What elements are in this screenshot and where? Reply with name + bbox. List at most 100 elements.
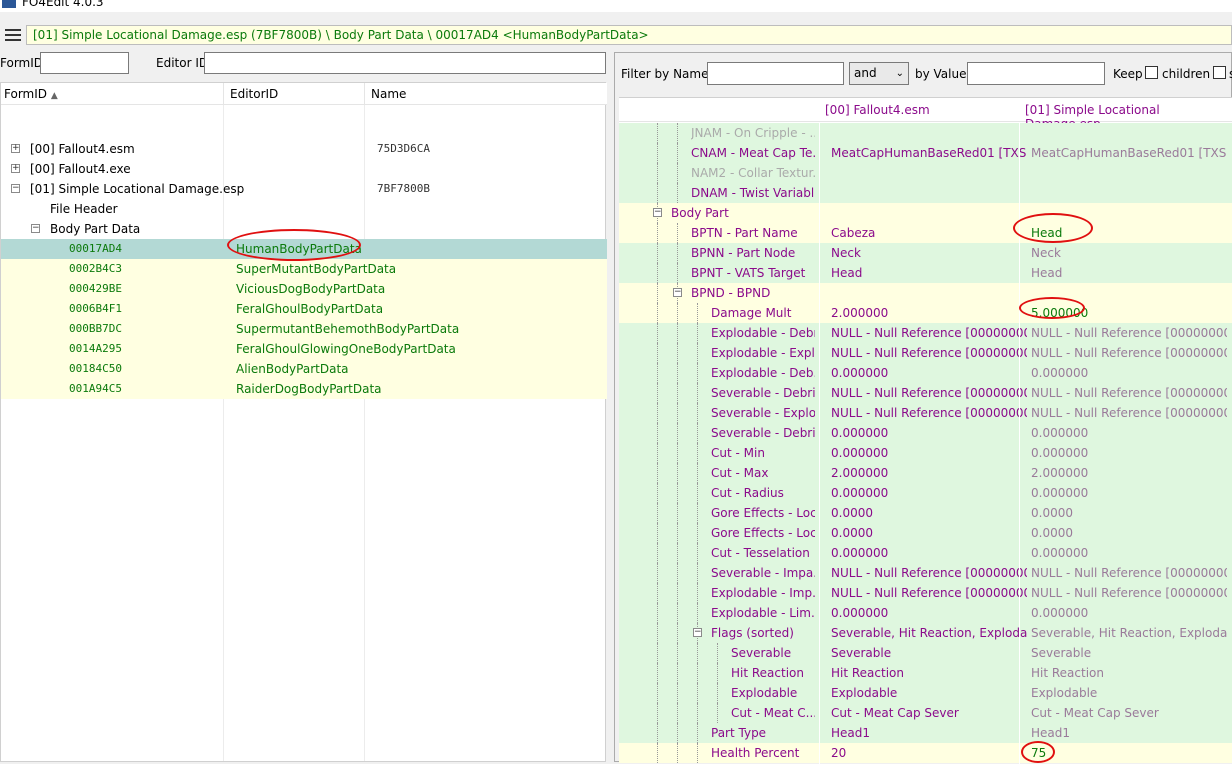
master-value: 2.000000	[831, 306, 889, 320]
plugin-value[interactable]: Head1	[1031, 723, 1227, 743]
details-row[interactable]: Cut - Max 2.000000 2.000000	[619, 463, 1232, 483]
plugin-value[interactable]: Neck	[1031, 243, 1227, 263]
expand-icon[interactable]: +	[11, 164, 20, 173]
formid-filter-input[interactable]	[40, 52, 129, 74]
plugin-value[interactable]: NULL - Null Reference [00000000]	[1031, 343, 1227, 363]
details-row[interactable]: − Body Part	[619, 203, 1232, 223]
plugin-value[interactable]: 0.000000	[1031, 363, 1227, 383]
plugin-value[interactable]: Cut - Meat Cap Sever	[1031, 703, 1227, 723]
plugin-value[interactable]: Severable, Hit Reaction, Exploda...	[1031, 623, 1227, 643]
details-row[interactable]: Severable Severable Severable	[619, 643, 1232, 663]
formid-column-header[interactable]: FormID ▲	[4, 87, 58, 101]
expand-icon[interactable]: +	[11, 144, 20, 153]
details-row[interactable]: BPTN - Part Name Cabeza Head	[619, 223, 1232, 243]
filter-value-input[interactable]	[967, 62, 1105, 85]
tree-node-file-header[interactable]: File Header	[1, 199, 607, 219]
details-row[interactable]: Explodable - Deb... 0.000000 0.000000	[619, 363, 1232, 383]
tree-node-body-part-data[interactable]: − Body Part Data	[1, 219, 607, 239]
plugin-value[interactable]: 5.000000	[1031, 303, 1227, 323]
details-row[interactable]: Part Type Head1 Head1	[619, 723, 1232, 743]
plugin-value[interactable]: 0.000000	[1031, 543, 1227, 563]
details-row[interactable]: Explodable - Lim... 0.000000 0.000000	[619, 603, 1232, 623]
plugin-value[interactable]: Head	[1031, 263, 1227, 283]
details-row[interactable]: Severable - Debris NULL - Null Reference …	[619, 383, 1232, 403]
details-row[interactable]: Gore Effects - Loc... 0.0000 0.0000	[619, 503, 1232, 523]
details-row[interactable]: NAM2 - Collar Textur...	[619, 163, 1232, 183]
record-row[interactable]: 00184C50 AlienBodyPartData	[1, 359, 607, 379]
details-row[interactable]: Cut - Radius 0.000000 0.000000	[619, 483, 1232, 503]
plugin-value[interactable]: 0.0000	[1031, 523, 1227, 543]
logic-select[interactable]: and ⌄	[849, 62, 909, 85]
name-column-header[interactable]: Name	[371, 87, 406, 101]
master-value: 0.000000	[831, 366, 889, 380]
collapse-icon[interactable]: −	[31, 224, 40, 233]
plugin-value[interactable]: NULL - Null Reference [00000000]	[1031, 563, 1227, 583]
master-value: NULL - Null Reference [00000000]	[831, 586, 1027, 600]
details-row[interactable]: − BPND - BPND	[619, 283, 1232, 303]
plugin-value[interactable]: 2.000000	[1031, 463, 1227, 483]
plugin-value[interactable]: 0.000000	[1031, 603, 1227, 623]
record-row[interactable]: 0006B4F1 FeralGhoulBodyPartData	[1, 299, 607, 319]
details-row[interactable]: Severable - Impa... NULL - Null Reference…	[619, 563, 1232, 583]
collapse-icon[interactable]: −	[673, 288, 682, 297]
details-row[interactable]: Explodable - Debris NULL - Null Reference…	[619, 323, 1232, 343]
details-row[interactable]: Cut - Tesselation 0.000000 0.000000	[619, 543, 1232, 563]
field-label: DNAM - Twist Variabl...	[691, 186, 815, 200]
master-value: MeatCapHumanBaseRed01 [TXS...	[831, 146, 1027, 160]
details-row[interactable]: CNAM - Meat Cap Te... MeatCapHumanBaseRed…	[619, 143, 1232, 163]
plugin-value[interactable]: Hit Reaction	[1031, 663, 1227, 683]
plugin-value[interactable]: 0.0000	[1031, 503, 1227, 523]
details-row[interactable]: Cut - Meat C... Cut - Meat Cap Sever Cut -…	[619, 703, 1232, 723]
details-row[interactable]: BPNN - Part Node Neck Neck	[619, 243, 1232, 263]
plugin-value[interactable]: NULL - Null Reference [00000000]	[1031, 583, 1227, 603]
plugin-value[interactable]: MeatCapHumanBaseRed01 [TXS...	[1031, 143, 1227, 163]
plugin-value[interactable]: NULL - Null Reference [00000000]	[1031, 403, 1227, 423]
details-row[interactable]: Severable - Debri... 0.000000 0.000000	[619, 423, 1232, 443]
column-fallout4-esm[interactable]: [00] Fallout4.esm	[825, 103, 930, 117]
details-row[interactable]: Health Percent 20 75	[619, 743, 1232, 763]
record-row[interactable]: 00017AD4 HumanBodyPartData	[1, 239, 607, 259]
details-row[interactable]: Damage Mult 2.000000 5.000000	[619, 303, 1232, 323]
collapse-icon[interactable]: −	[693, 628, 702, 637]
tree-node-simple-locational-damage[interactable]: − [01] Simple Locational Damage.esp 7BF7…	[1, 179, 607, 199]
master-value: Severable	[831, 646, 892, 660]
plugin-value[interactable]: NULL - Null Reference [00000000]	[1031, 383, 1227, 403]
plugin-value[interactable]: Severable	[1031, 643, 1227, 663]
children-checkbox[interactable]	[1145, 66, 1158, 79]
details-row[interactable]: BPNT - VATS Target Head Head	[619, 263, 1232, 283]
details-row[interactable]: Explodable - Imp... NULL - Null Reference…	[619, 583, 1232, 603]
plugin-value[interactable]: 0.000000	[1031, 423, 1227, 443]
plugin-value[interactable]: 75	[1031, 743, 1227, 763]
collapse-icon[interactable]: −	[653, 208, 662, 217]
details-row[interactable]: Explodable Explodable Explodable	[619, 683, 1232, 703]
details-row[interactable]: DNAM - Twist Variabl...	[619, 183, 1232, 203]
hamburger-menu-icon[interactable]	[0, 24, 26, 46]
filter-name-input[interactable]	[707, 62, 844, 85]
record-row[interactable]: 001A94C5 RaiderDogBodyPartData	[1, 379, 607, 399]
record-row[interactable]: 000BB7DC SupermutantBehemothBodyPartData	[1, 319, 607, 339]
plugin-value[interactable]: 0.000000	[1031, 443, 1227, 463]
record-row[interactable]: 0014A295 FeralGhoulGlowingOneBodyPartDat…	[1, 339, 607, 359]
plugin-value[interactable]: NULL - Null Reference [00000000]	[1031, 323, 1227, 343]
details-row[interactable]: Severable - Explo... NULL - Null Referenc…	[619, 403, 1232, 423]
record-path: [01] Simple Locational Damage.esp (7BF78…	[26, 25, 1232, 45]
collapse-icon[interactable]: −	[11, 184, 20, 193]
details-row[interactable]: Cut - Min 0.000000 0.000000	[619, 443, 1232, 463]
plugin-value[interactable]: Explodable	[1031, 683, 1227, 703]
editorid-column-header[interactable]: EditorID	[230, 87, 278, 101]
details-row[interactable]: − Flags (sorted) Severable, Hit Reaction, …	[619, 623, 1232, 643]
tree-node-fallout4-esm[interactable]: + [00] Fallout4.esm 75D3D6CA	[1, 139, 607, 159]
field-label: BPNN - Part Node	[691, 246, 796, 260]
plugin-value[interactable]: 0.000000	[1031, 483, 1227, 503]
details-row[interactable]: Gore Effects - Loc... 0.0000 0.0000	[619, 523, 1232, 543]
details-row[interactable]: Hit Reaction Hit Reaction Hit Reaction	[619, 663, 1232, 683]
siblings-checkbox[interactable]	[1213, 66, 1226, 79]
details-row[interactable]: Explodable - Expl... NULL - Null Referenc…	[619, 343, 1232, 363]
record-row[interactable]: 000429BE ViciousDogBodyPartData	[1, 279, 607, 299]
details-row[interactable]: JNAM - On Cripple - ...	[619, 123, 1232, 143]
field-label: Flags (sorted)	[711, 626, 794, 640]
editorid-filter-input[interactable]	[204, 52, 606, 74]
record-row[interactable]: 0002B4C3 SuperMutantBodyPartData	[1, 259, 607, 279]
tree-node-fallout4-exe[interactable]: + [00] Fallout4.exe	[1, 159, 607, 179]
plugin-value[interactable]: Head	[1031, 223, 1227, 243]
